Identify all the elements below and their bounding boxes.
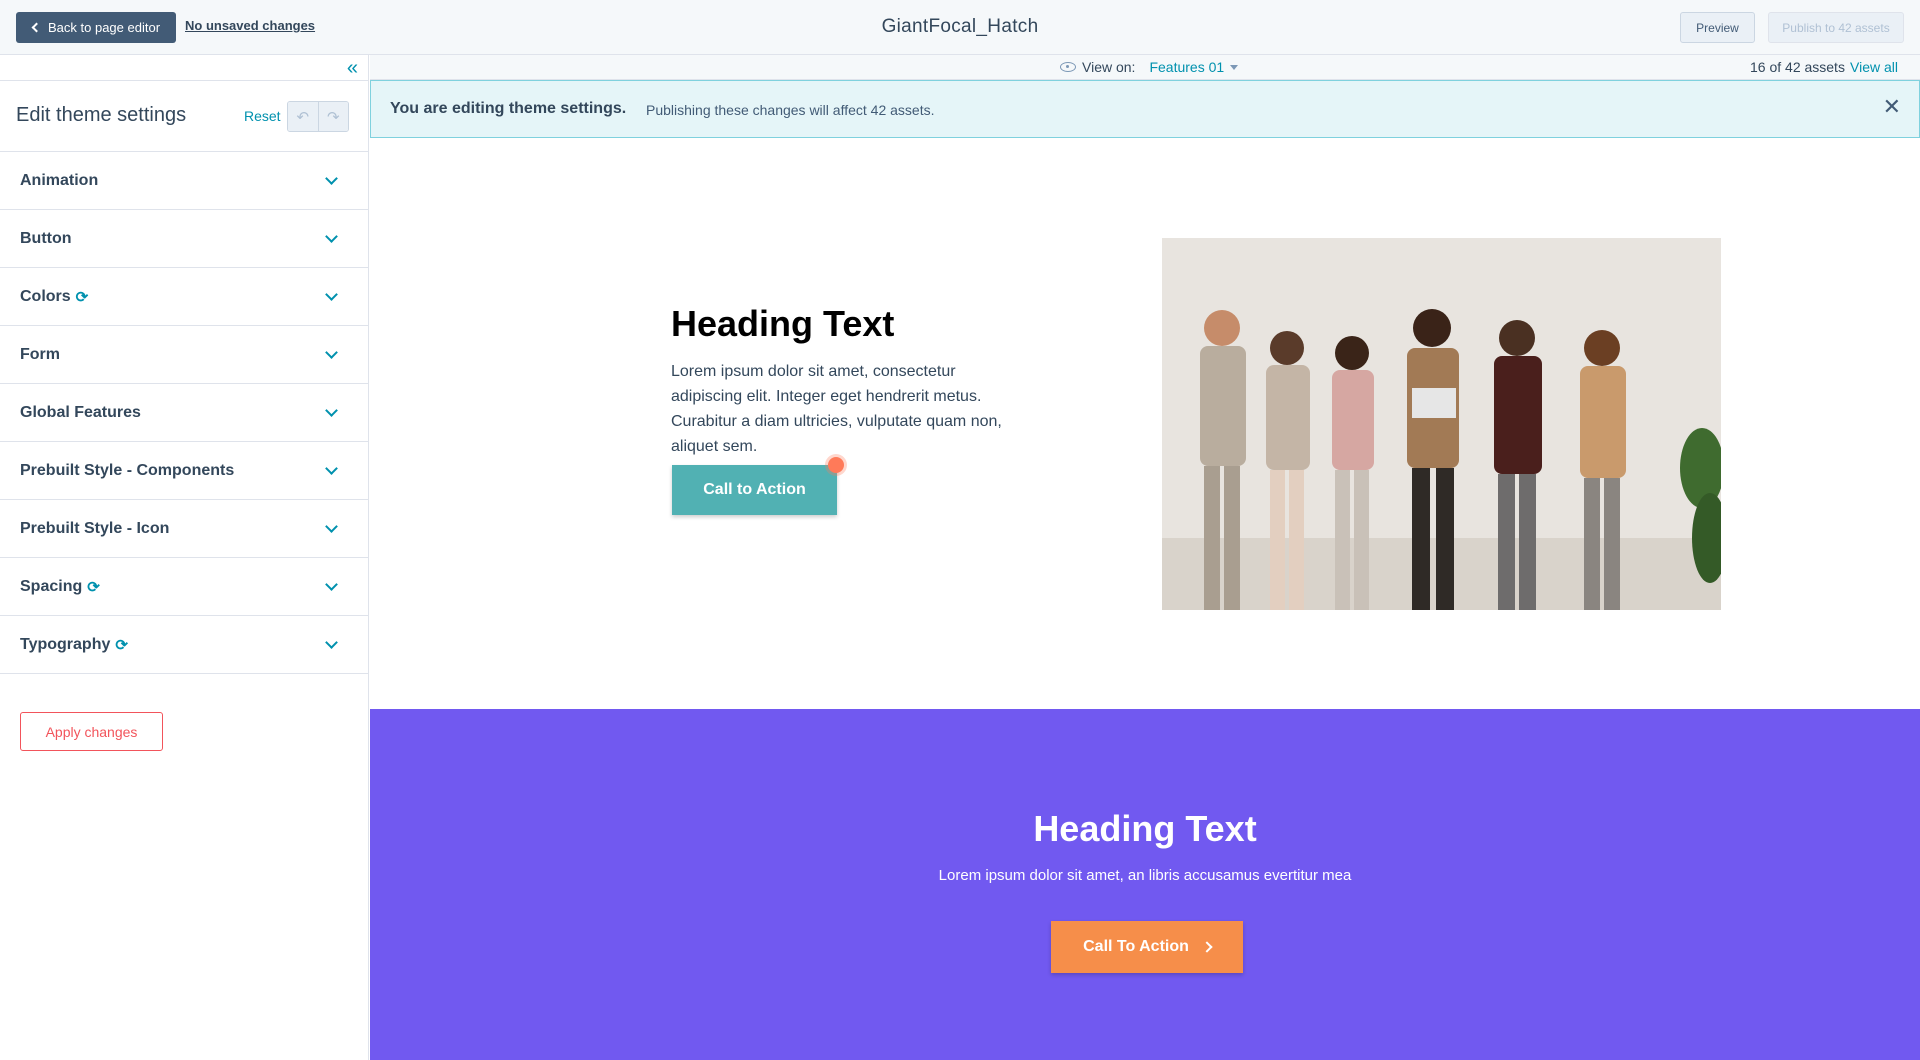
chevron-down-icon — [325, 230, 338, 243]
chevron-down-icon — [325, 520, 338, 533]
view-on-control: View on: Features 01 — [1060, 59, 1239, 75]
accordion-colors[interactable]: Colors ⟳ — [0, 268, 368, 326]
call-to-action-button[interactable]: Call to Action — [672, 465, 837, 515]
reset-link[interactable]: Reset — [244, 108, 281, 124]
team-photo — [1162, 238, 1721, 610]
sidebar-collapse-bar: « — [0, 55, 368, 81]
back-to-page-editor-button[interactable]: Back to page editor — [16, 12, 177, 43]
top-bar: Back to page editor No unsaved changes G… — [0, 0, 1920, 55]
sidebar-title: Edit theme settings — [16, 104, 187, 126]
feature-body: Lorem ipsum dolor sit amet, consectetur … — [671, 363, 1002, 455]
back-button-label: Back to page editor — [48, 20, 161, 35]
publish-button[interactable]: Publish to 42 assets — [1768, 12, 1904, 43]
cta-section-heading: Heading Text — [1033, 808, 1257, 849]
view-bar: View on: Features 01 16 of 42 assets Vie… — [370, 55, 1920, 80]
banner-message: Publishing these changes will affect 42 … — [646, 102, 935, 118]
chevron-down-icon — [325, 288, 338, 301]
view-on-select[interactable]: Features 01 — [1149, 59, 1239, 75]
accordion-typography[interactable]: Typography ⟳ — [0, 616, 368, 674]
call-to-action-button-orange[interactable]: Call To Action — [1051, 921, 1243, 973]
collapse-sidebar-icon[interactable]: « — [347, 58, 358, 78]
accordion-animation[interactable]: Animation — [0, 152, 368, 210]
cta-section-body: Lorem ipsum dolor sit amet, an libris ac… — [938, 867, 1352, 884]
chevron-right-icon — [1201, 941, 1213, 953]
apply-changes-button[interactable]: Apply changes — [20, 712, 163, 751]
close-icon[interactable]: ✕ — [1883, 96, 1901, 118]
sidebar-header: Edit theme settings Reset ↶ ↷ — [0, 81, 368, 152]
accordion-label: Prebuilt Style - Icon — [20, 519, 170, 537]
accordion-label: Colors — [20, 287, 71, 305]
caret-down-icon — [1230, 64, 1239, 70]
redo-icon[interactable]: ↷ — [317, 102, 348, 131]
unsaved-changes-link[interactable]: No unsaved changes — [185, 18, 315, 33]
accordion-button[interactable]: Button — [0, 210, 368, 268]
accordion-form[interactable]: Form — [0, 326, 368, 384]
accordion-label: Spacing — [20, 577, 83, 595]
accordion-label: Form — [20, 345, 60, 363]
preview-cta-section: Heading Text Lorem ipsum dolor sit amet,… — [370, 709, 1920, 1060]
chevron-down-icon — [325, 404, 338, 417]
accordion-spacing[interactable]: Spacing ⟳ — [0, 558, 368, 616]
sync-icon: ⟳ — [75, 288, 89, 306]
preview-feature-section: Heading Text Lorem ipsum dolor sit amet,… — [370, 139, 1920, 709]
chevron-down-icon — [325, 172, 338, 185]
accordion-label: Global Features — [20, 403, 141, 421]
accordion-label: Prebuilt Style - Components — [20, 461, 235, 479]
accordion-label: Typography — [20, 635, 111, 653]
chevron-down-icon — [325, 346, 338, 359]
view-on-value: Features 01 — [1149, 59, 1225, 75]
accordion-label: Animation — [20, 171, 99, 189]
accordion-prebuilt-components[interactable]: Prebuilt Style - Components — [0, 442, 368, 500]
edit-indicator-dot — [828, 457, 844, 473]
accordion-global-features[interactable]: Global Features — [0, 384, 368, 442]
chevron-down-icon — [325, 578, 338, 591]
eye-icon — [1060, 62, 1076, 72]
undo-redo-group: ↶ ↷ — [287, 101, 349, 132]
chevron-left-icon — [31, 22, 42, 33]
sync-icon: ⟳ — [115, 636, 128, 654]
accordion-label: Button — [20, 229, 72, 247]
theme-settings-sidebar: « Edit theme settings Reset ↶ ↷ Animatio… — [0, 55, 369, 1060]
theme-editing-banner: You are editing theme settings. Publishi… — [370, 80, 1920, 138]
preview-button[interactable]: Preview — [1680, 12, 1755, 43]
banner-title: You are editing theme settings. — [390, 100, 627, 117]
chevron-down-icon — [325, 462, 338, 475]
chevron-down-icon — [325, 636, 338, 649]
sync-icon: ⟳ — [87, 578, 100, 596]
asset-count: 16 of 42 assets — [1750, 59, 1845, 75]
accordion-prebuilt-icon[interactable]: Prebuilt Style - Icon — [0, 500, 368, 558]
cta-label: Call To Action — [1083, 938, 1189, 955]
view-all-link[interactable]: View all — [1850, 59, 1898, 75]
undo-icon[interactable]: ↶ — [288, 102, 318, 131]
feature-heading: Heading Text — [671, 303, 895, 344]
view-on-label: View on: — [1082, 59, 1136, 75]
